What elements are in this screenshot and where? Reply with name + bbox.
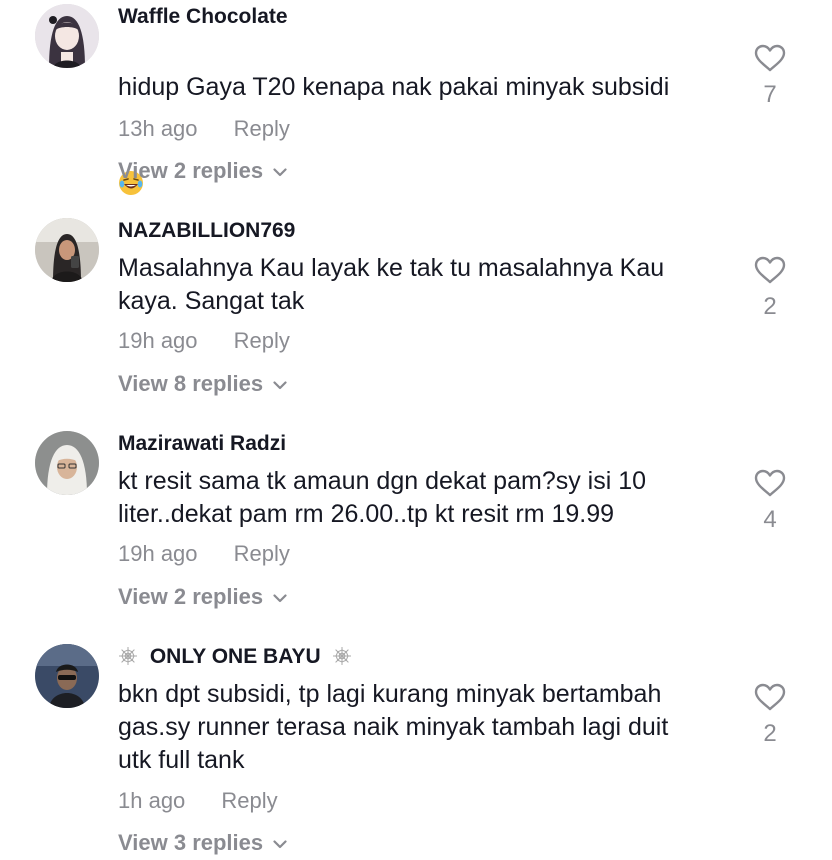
- heart-icon[interactable]: [750, 44, 790, 77]
- avatar[interactable]: [35, 644, 99, 708]
- heart-icon[interactable]: [750, 683, 790, 716]
- reply-button[interactable]: Reply: [221, 788, 277, 813]
- comment-meta: 19h ago Reply: [118, 541, 290, 567]
- chevron-down-icon: [273, 370, 287, 396]
- comment-text: Masalahnya Kau layak ke tak tu masalahny…: [118, 254, 665, 315]
- like-control: 4: [750, 469, 790, 534]
- reply-button[interactable]: Reply: [234, 328, 290, 353]
- like-count: 7: [763, 81, 777, 108]
- comment-meta: 13h ago Reply: [118, 116, 290, 142]
- comment-meta: 19h ago Reply: [118, 328, 290, 354]
- like-control: 7: [750, 44, 790, 109]
- spider-web-icon: [332, 646, 352, 668]
- timestamp: 1h ago: [118, 788, 186, 813]
- view-replies-button[interactable]: View 8 replies: [118, 370, 287, 397]
- username[interactable]: NAZABILLION769: [118, 218, 295, 244]
- heart-icon[interactable]: [750, 256, 790, 289]
- view-replies-button[interactable]: View 2 replies: [118, 157, 287, 184]
- reply-button[interactable]: Reply: [234, 541, 290, 566]
- username[interactable]: ONLY ONE BAYU: [118, 644, 352, 670]
- avatar[interactable]: [35, 218, 99, 282]
- like-count: 2: [763, 293, 777, 320]
- reply-button[interactable]: Reply: [234, 116, 290, 141]
- timestamp: 19h ago: [118, 328, 198, 353]
- like-count: 4: [763, 506, 777, 533]
- like-control: 2: [750, 683, 790, 748]
- heart-icon[interactable]: [750, 469, 790, 502]
- view-replies-button[interactable]: View 3 replies: [118, 829, 287, 856]
- like-control: 2: [750, 256, 790, 321]
- username[interactable]: Waffle Chocolate: [118, 4, 288, 30]
- spider-web-icon: [118, 646, 138, 668]
- chevron-down-icon: [273, 157, 287, 183]
- avatar[interactable]: [35, 431, 99, 495]
- chevron-down-icon: [273, 829, 287, 855]
- chevron-down-icon: [273, 583, 287, 609]
- comment-text: kt resit sama tk amaun dgn dekat pam?sy …: [118, 467, 647, 528]
- view-replies-button[interactable]: View 2 replies: [118, 583, 287, 610]
- comment-meta: 1h ago Reply: [118, 788, 278, 814]
- comment-text: bkn dpt subsidi, tp lagi kurang minyak b…: [118, 680, 669, 774]
- timestamp: 13h ago: [118, 116, 198, 141]
- username[interactable]: Mazirawati Radzi: [118, 431, 286, 457]
- timestamp: 19h ago: [118, 541, 198, 566]
- avatar[interactable]: [35, 4, 99, 68]
- like-count: 2: [763, 720, 777, 747]
